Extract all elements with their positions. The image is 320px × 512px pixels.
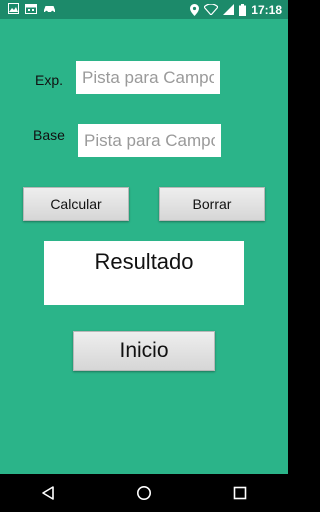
base-label: Base: [33, 127, 65, 143]
exp-label: Exp.: [35, 72, 64, 88]
status-time: 17:18: [251, 2, 282, 17]
exp-input[interactable]: [76, 61, 220, 94]
wifi-icon: [204, 4, 219, 15]
borrar-button[interactable]: Borrar: [159, 187, 265, 221]
location-icon: [190, 3, 200, 16]
recents-icon[interactable]: [233, 486, 247, 500]
navigation-bar: [0, 474, 288, 512]
car-icon: [44, 6, 55, 14]
calcular-button[interactable]: Calcular: [23, 187, 129, 221]
result-display: Resultado: [44, 241, 244, 305]
result-text: Resultado: [94, 249, 194, 274]
system-icons: 17:18: [190, 0, 282, 19]
inicio-button[interactable]: Inicio: [73, 331, 215, 371]
signal-icon: [223, 4, 235, 15]
home-icon[interactable]: [136, 485, 152, 501]
status-bar: 17:18: [0, 0, 288, 19]
app-screen: Exp. Base Calcular Borrar Resultado Inic…: [0, 19, 288, 474]
calendar-icon: [25, 4, 37, 14]
notification-icons: [8, 3, 56, 14]
image-icon: [8, 3, 19, 14]
back-icon[interactable]: [41, 486, 55, 500]
battery-icon: [239, 3, 247, 16]
base-input[interactable]: [78, 124, 221, 157]
